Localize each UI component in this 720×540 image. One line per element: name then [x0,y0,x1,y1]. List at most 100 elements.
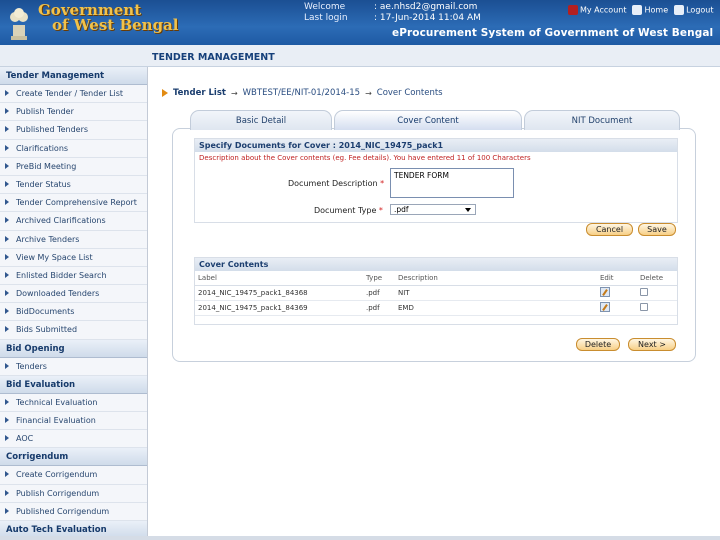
col-type: Type [363,271,395,286]
breadcrumb-tender-list[interactable]: Tender List [173,88,226,98]
sidebar-item-technical-evaluation[interactable]: Technical Evaluation [0,394,147,412]
doc-type-select[interactable]: .pdf [390,204,476,215]
sidebar-item-my-space-list[interactable]: View My Space List [0,249,147,267]
system-title: eProcurement System of Government of Wes… [392,27,714,39]
sidebar-item-published-corrigendum[interactable]: Published Corrigendum [0,503,147,521]
sidebar-section-corrigendum: Corrigendum [0,448,147,467]
sidebar-item-financial-evaluation[interactable]: Financial Evaluation [0,412,147,431]
sidebar-item-archive-tenders[interactable]: Archive Tenders [0,231,147,249]
sidebar-item-clarifications[interactable]: Clarifications [0,140,147,158]
sidebar-item-publish-tender[interactable]: Publish Tender [0,103,147,122]
arrow-right-icon [5,326,9,333]
next-button[interactable]: Next > [628,338,676,351]
breadcrumb-current: Cover Contents [376,88,443,98]
sidebar-item-enlisted-bidder-search[interactable]: Enlisted Bidder Search [0,267,147,286]
sidebar-section-tender-management: Tender Management [0,67,147,85]
sidebar-item-tenders[interactable]: Tenders [0,358,147,376]
row-edit-cell [597,300,637,316]
char-count-hint: Description about the Cover contents (eg… [199,154,531,162]
arrow-right-icon [5,108,9,115]
home-icon [632,5,643,15]
cover-contents-table: Label Type Description Edit Delete 2014_… [195,271,677,316]
chevron-down-icon [465,208,471,212]
home-link[interactable]: Home [632,5,668,15]
delete-checkbox[interactable] [640,287,648,296]
breadcrumb-tender-ref[interactable]: WBTEST/EE/NIT-01/2014-15 [243,88,360,98]
arrow-right-icon [5,507,9,514]
arrow-right-icon [5,417,9,423]
row-label: 2014_NIC_19475_pack1_84368 [195,285,363,301]
sidebar-item-bid-documents[interactable]: BidDocuments [0,303,147,322]
row-description: NIT [395,285,597,301]
my-account-link[interactable]: My Account [568,5,626,15]
arrow-right-icon [5,471,9,478]
arrow-right-icon [5,435,9,442]
arrow-right-icon [5,308,9,315]
page-title: TENDER MANAGEMENT [152,52,275,63]
sidebar-item-create-tender[interactable]: Create Tender / Tender List [0,85,147,104]
table-row: 2014_NIC_19475_pack1_84369 .pdf EMD [195,300,677,316]
row-type: .pdf [363,300,395,316]
tab-cover-content[interactable]: Cover Content [334,110,522,130]
sidebar-item-downloaded-tenders[interactable]: Downloaded Tenders [0,285,147,304]
sidebar-section-bid-evaluation: Bid Evaluation [0,375,147,394]
edit-icon[interactable] [600,301,610,312]
arrow-right-icon [5,362,9,369]
sidebar: Tender Management Create Tender / Tender… [0,67,148,540]
col-delete: Delete [637,271,677,286]
sidebar-item-published-tenders[interactable]: Published Tenders [0,121,147,140]
sidebar-item-prebid-meeting[interactable]: PreBid Meeting [0,158,147,176]
app-header: Government of West Bengal Welcome Last l… [0,0,720,45]
row-label: 2014_NIC_19475_pack1_84369 [195,300,363,316]
arrow-right-icon [5,290,9,297]
delete-checkbox[interactable] [640,302,648,311]
cancel-button[interactable]: Cancel [586,223,633,236]
arrow-right-icon [5,180,9,187]
session-labels: Welcome Last login [304,2,348,24]
arrow-right-icon [5,144,9,151]
welcome-label: Welcome [304,2,346,12]
edit-icon[interactable] [600,286,610,297]
doc-type-label: Document Type * [314,206,383,215]
cover-contents-section: Cover Contents Label Type Description Ed… [194,257,678,325]
arrow-right-icon [5,253,9,260]
tab-bar: Basic Detail Cover Content NIT Document [190,110,680,130]
delete-button[interactable]: Delete [576,338,620,351]
session-values: : ae.nhsd2@gmail.com : 17-Jun-2014 11:04… [374,2,481,24]
title-strip [0,45,720,67]
specify-heading: Specify Documents for Cover : 2014_NIC_1… [195,139,677,152]
required-mark: * [378,206,383,215]
row-delete-cell [637,285,677,301]
sidebar-item-bids-submitted[interactable]: Bids Submitted [0,321,147,340]
logout-link[interactable]: Logout [674,5,714,15]
logout-icon [674,5,685,15]
sidebar-item-aoc[interactable]: AOC [0,430,147,449]
save-button[interactable]: Save [638,223,676,236]
arrow-right-icon [5,271,9,278]
brand-logo-text: Government of West Bengal [38,1,179,34]
col-description: Description [395,271,597,286]
row-description: EMD [395,300,597,316]
breadcrumb: Tender List → WBTEST/EE/NIT-01/2014-15 →… [162,88,443,98]
row-delete-cell [637,300,677,316]
breadcrumb-separator-icon: → [365,88,372,98]
bottom-border [0,536,720,540]
sidebar-item-publish-corrigendum[interactable]: Publish Corrigendum [0,485,147,503]
state-emblem-icon [10,8,28,40]
sidebar-item-create-corrigendum[interactable]: Create Corrigendum [0,466,147,485]
sidebar-item-tender-status[interactable]: Tender Status [0,176,147,195]
tab-basic-detail[interactable]: Basic Detail [190,110,332,130]
sidebar-item-comprehensive-report[interactable]: Tender Comprehensive Report [0,194,147,213]
arrow-right-icon [5,199,9,206]
sidebar-section-bid-opening: Bid Opening [0,339,147,358]
sidebar-item-archived-clarifications[interactable]: Archived Clarifications [0,212,147,231]
header-links: My Account Home Logout [568,5,714,15]
last-login-label: Last login [304,13,348,23]
arrow-right-icon [5,398,9,405]
doc-description-label: Document Description * [288,179,385,188]
breadcrumb-separator-icon: → [230,88,238,98]
doc-description-textarea[interactable]: TENDER FORM [390,168,514,198]
tab-nit-document[interactable]: NIT Document [524,110,680,130]
arrow-right-icon [5,489,9,496]
required-mark: * [380,179,385,188]
